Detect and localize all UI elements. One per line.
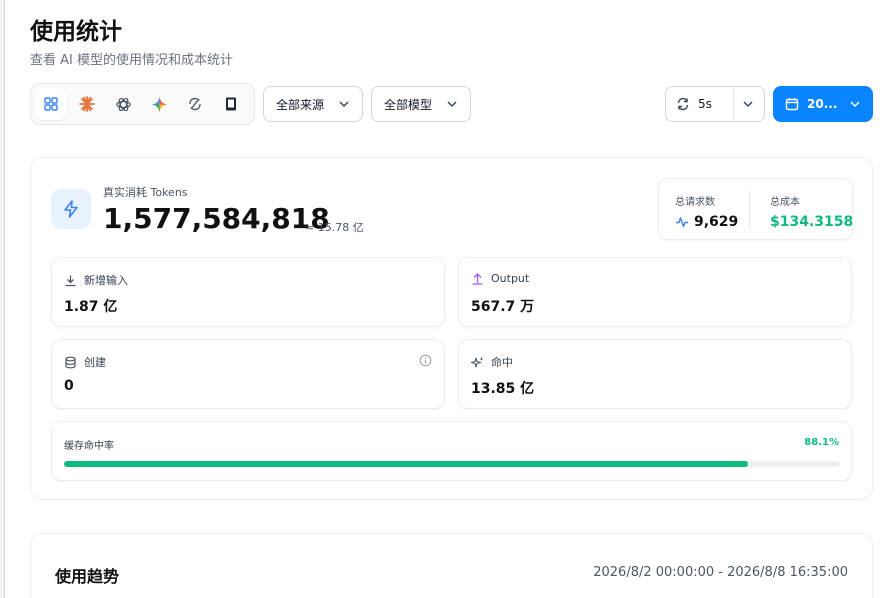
device-icon <box>226 97 236 111</box>
total-cost: 总成本 $134.3158 <box>770 193 853 230</box>
refresh-interval-select[interactable]: 5s <box>665 86 765 122</box>
summary-box: 总请求数 9,629 总成本 $134.3158 <box>658 178 853 240</box>
provider-gemini-button[interactable] <box>143 88 175 120</box>
stat-input-value: 1.87 亿 <box>64 299 118 315</box>
page-title: 使用统计 <box>30 19 122 45</box>
total-requests: 总请求数 9,629 <box>675 193 738 230</box>
chevron-down-icon <box>339 101 349 107</box>
total-requests-row: 9,629 <box>675 214 738 230</box>
stat-input-card: 新增输入 1.87 亿 <box>51 257 445 327</box>
gemini-icon <box>151 96 167 112</box>
stat-output-label: Output <box>491 272 530 285</box>
page-subtitle: 查看 AI 模型的使用情况和成本统计 <box>30 53 233 68</box>
divider <box>749 191 750 229</box>
chevron-down-icon <box>850 101 860 107</box>
stat-hit-value: 13.85 亿 <box>471 381 535 397</box>
database-icon <box>65 356 76 368</box>
stat-output-head: Output <box>471 272 529 285</box>
provider-all-button[interactable] <box>35 88 67 120</box>
cache-hit-rate-label: 缓存命中率 <box>64 441 114 452</box>
chevron-down-icon <box>447 101 457 107</box>
tokens-value: 1,577,584,818 <box>103 202 330 235</box>
cache-hit-rate-card: 缓存命中率 88.1% <box>51 421 852 481</box>
provider-openai-button[interactable] <box>107 88 139 120</box>
grid-icon <box>44 97 58 111</box>
refresh-interval-value: 5s <box>698 97 712 111</box>
provider-device-button[interactable] <box>215 88 247 120</box>
provider-filter-group <box>30 83 255 125</box>
bolt-icon <box>64 200 78 218</box>
usage-trend-title: 使用趋势 <box>55 567 120 586</box>
stat-input-label: 新增输入 <box>84 274 128 287</box>
divider <box>733 87 734 121</box>
calendar-icon <box>785 98 799 111</box>
left-window-edge <box>0 0 5 598</box>
model-select-value: 全部模型 <box>384 97 433 112</box>
source-select[interactable]: 全部来源 <box>263 86 363 122</box>
usage-page: 使用统计 查看 AI 模型的使用情况和成本统计 全部来源 全部模型 5s 20.… <box>30 0 875 598</box>
refresh-circle-icon <box>189 97 201 111</box>
sparkles-icon <box>471 356 484 368</box>
bolt-icon-box <box>51 189 91 229</box>
stat-hit-label: 命中 <box>491 356 513 369</box>
stat-create-head: 创建 <box>64 354 106 370</box>
tokens-approx: ≈ 15.78 亿 <box>305 221 364 234</box>
stat-create-label: 创建 <box>84 356 106 369</box>
model-select[interactable]: 全部模型 <box>371 86 471 122</box>
stat-hit-card: 命中 13.85 亿 <box>458 339 852 409</box>
cache-progress-track <box>64 461 840 467</box>
stat-output-card: Output 567.7 万 <box>458 257 852 327</box>
stat-output-value: 567.7 万 <box>471 299 535 315</box>
refresh-icon <box>677 97 689 111</box>
chevron-down-icon <box>743 101 753 107</box>
upload-icon <box>472 273 483 285</box>
provider-other-button[interactable] <box>179 88 211 120</box>
tokens-label: 真实消耗 Tokens <box>103 186 188 199</box>
total-cost-value: $134.3158 <box>770 214 854 230</box>
openai-icon <box>115 97 131 111</box>
total-requests-value: 9,629 <box>694 214 739 230</box>
activity-icon <box>676 217 688 228</box>
cache-progress-fill <box>64 461 748 467</box>
download-icon <box>65 275 76 286</box>
stat-create-card: 创建 0 <box>51 339 445 409</box>
stat-hit-head: 命中 <box>471 354 513 370</box>
total-requests-label: 总请求数 <box>675 197 715 208</box>
usage-trend-card: 使用趋势 2026/8/2 00:00:00 - 2026/8/8 16:35:… <box>30 533 873 598</box>
date-range-value: 20... <box>807 97 838 111</box>
claude-icon <box>79 96 95 112</box>
source-select-value: 全部来源 <box>276 97 325 112</box>
usage-trend-range: 2026/8/2 00:00:00 - 2026/8/8 16:35:00 <box>593 565 848 580</box>
total-cost-label: 总成本 <box>770 197 800 208</box>
stat-input-head: 新增输入 <box>64 272 128 288</box>
info-icon[interactable] <box>419 354 432 367</box>
provider-claude-button[interactable] <box>71 88 103 120</box>
cache-hit-rate-value: 88.1% <box>804 437 839 448</box>
token-stats-card: 真实消耗 Tokens 1,577,584,818 ≈ 15.78 亿 总请求数… <box>30 157 873 500</box>
stat-create-value: 0 <box>64 378 74 394</box>
date-range-button[interactable]: 20... <box>773 86 873 122</box>
